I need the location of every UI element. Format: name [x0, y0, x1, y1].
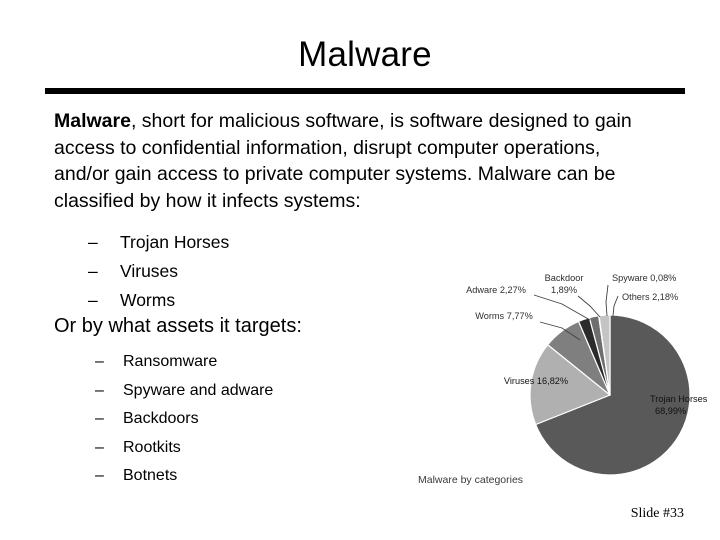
- leader-line-backdoor: [577, 295, 601, 318]
- list-item: – Viruses: [88, 257, 229, 286]
- chart-caption: Malware by categories: [418, 474, 524, 486]
- dash-bullet-icon: –: [95, 353, 104, 370]
- malware-categories-pie-chart: Trojan Horses 68,99% Viruses 16,82% Worms 7…: [412, 262, 708, 497]
- list-item: – Worms: [88, 286, 229, 315]
- list-item: – Rootkits: [95, 434, 273, 463]
- list-item: – Backdoors: [95, 405, 273, 434]
- list-item-label: Trojan Horses: [120, 232, 230, 252]
- list-item: – Spyware and adware: [95, 377, 273, 406]
- pie-label-spyware: Spyware 0,08%: [612, 273, 676, 283]
- list-item-label: Worms: [120, 290, 176, 310]
- pie-label-worms: Worms 7,77%: [475, 311, 533, 321]
- dash-bullet-icon: –: [95, 381, 104, 399]
- list-item-label: Backdoors: [123, 410, 199, 428]
- dash-bullet-icon: –: [88, 290, 98, 310]
- list-item-label: Spyware and adware: [123, 381, 274, 399]
- slide-canvas: Malware Malware, short for malicious sof…: [0, 0, 720, 540]
- body-lead-term: Malware: [54, 110, 131, 132]
- body-rest-text: , short for malicious software, is softw…: [54, 110, 632, 212]
- dash-bullet-icon: –: [95, 467, 104, 485]
- list-item: – Botnets: [95, 462, 273, 491]
- pie-label-others: Others 2,18%: [622, 292, 678, 302]
- list-item-label: Botnets: [123, 467, 178, 485]
- dash-bullet-icon: –: [95, 438, 104, 456]
- pie-label-adware: Adware 2,27%: [466, 285, 526, 295]
- pie-chart-svg: Trojan Horses 68,99% Viruses 16,82% Worms 7…: [466, 273, 708, 476]
- infection-type-list: – Trojan Horses – Viruses – Worms: [88, 228, 229, 315]
- asset-target-list: – Ransomware – Spyware and adware – Back…: [95, 348, 273, 491]
- assets-section-lead: Or by what assets it targets:: [54, 315, 302, 337]
- dash-bullet-icon: –: [88, 232, 98, 252]
- list-item-label: Rootkits: [123, 438, 181, 456]
- leader-line-spyware: [605, 284, 609, 317]
- dash-bullet-icon: –: [95, 410, 104, 428]
- pie-label-trojan-horses: Trojan Horses: [650, 394, 708, 404]
- leader-line-others: [612, 295, 619, 317]
- dash-bullet-icon: –: [88, 261, 98, 281]
- list-item: – Ransomware: [95, 348, 273, 377]
- pie-label-backdoor-pct: 1,89%: [551, 285, 577, 295]
- slide-number: Slide #33: [630, 506, 684, 521]
- body-paragraph: Malware, short for malicious software, i…: [54, 108, 654, 214]
- list-item-label: Ransomware: [123, 353, 218, 370]
- pie-label-backdoor: Backdoor: [545, 273, 584, 283]
- pie-label-trojan-horses-pct: 68,99%: [655, 406, 686, 416]
- list-item-label: Viruses: [120, 261, 179, 281]
- title-divider: [45, 88, 685, 94]
- pie-label-viruses: Viruses 16,82%: [504, 376, 568, 386]
- page-title: Malware: [298, 35, 432, 74]
- list-item: – Trojan Horses: [88, 228, 229, 257]
